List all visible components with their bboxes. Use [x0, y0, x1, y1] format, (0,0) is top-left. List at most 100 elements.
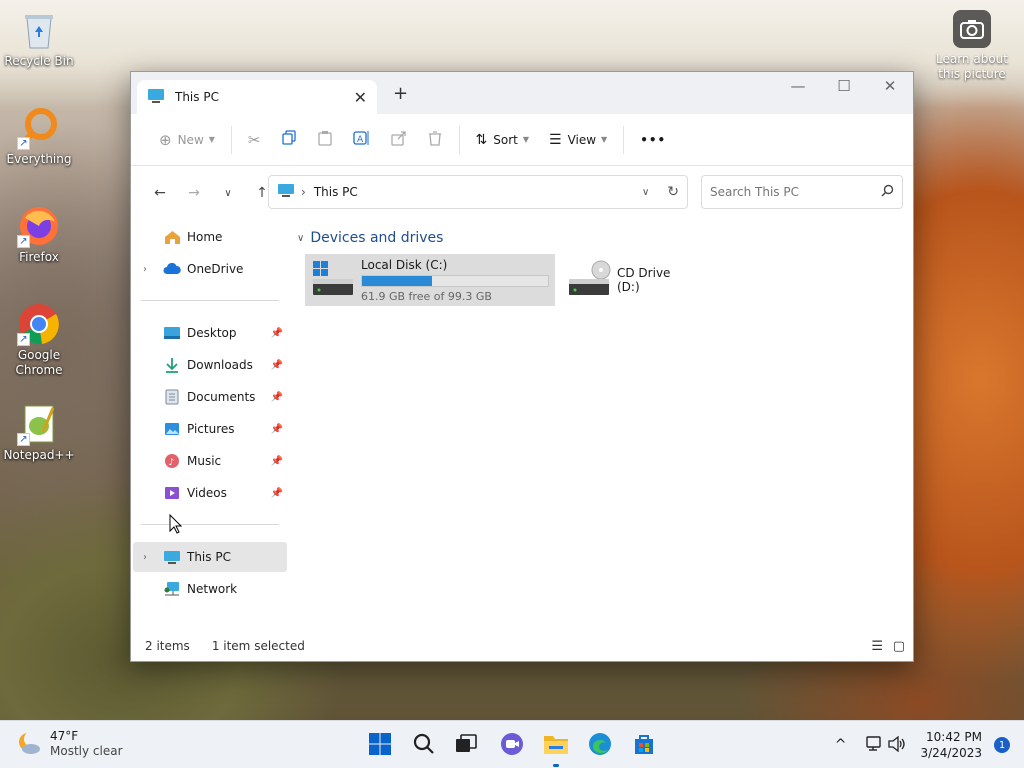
nav-item-documents[interactable]: Documents 📌: [133, 382, 287, 412]
refresh-icon[interactable]: ↻: [667, 184, 679, 200]
desktop-icon-notepad-plus-plus[interactable]: ↗ Notepad++: [0, 402, 78, 463]
recent-locations-button[interactable]: ∨: [211, 177, 245, 209]
desktop-icon-recycle-bin[interactable]: Recycle Bin: [0, 8, 78, 69]
desktop-icon-everything[interactable]: ↗ Everything: [0, 106, 78, 167]
tiles-view-icon[interactable]: ▢: [893, 639, 905, 654]
chevron-right-icon[interactable]: ›: [143, 264, 147, 275]
sort-label: Sort: [493, 132, 518, 147]
paste-button[interactable]: [307, 124, 343, 156]
chevron-down-icon: ▼: [522, 135, 529, 144]
store-taskbar-button[interactable]: [628, 729, 660, 761]
nav-item-desktop[interactable]: Desktop 📌: [133, 318, 287, 348]
nav-item-downloads[interactable]: Downloads 📌: [133, 350, 287, 380]
search-box[interactable]: [701, 175, 903, 209]
sort-arrows-icon: ⇅: [475, 131, 488, 148]
show-hidden-icons-button[interactable]: ^: [835, 737, 847, 753]
clock[interactable]: 10:42 PM 3/24/2023: [920, 729, 982, 761]
learn-about-label: Learn about this picture: [936, 52, 1008, 81]
nav-item-network[interactable]: Network: [133, 574, 287, 604]
notepad-plus-plus-icon: ↗: [17, 402, 61, 446]
cut-button[interactable]: ✂: [238, 124, 271, 156]
nav-item-videos[interactable]: Videos 📌: [133, 478, 287, 508]
chevron-right-icon[interactable]: ›: [143, 552, 147, 563]
weather-widget[interactable]: 47°F Mostly clear: [16, 729, 123, 759]
pin-icon: 📌: [270, 327, 283, 339]
close-tab-icon[interactable]: ✕: [354, 88, 367, 107]
moon-cloud-icon: [16, 730, 42, 759]
folder-icon: [543, 733, 569, 758]
nav-item-label: OneDrive: [187, 262, 244, 276]
nav-item-label: Network: [187, 582, 238, 596]
rename-icon: A: [352, 130, 371, 149]
more-dots-icon: •••: [640, 132, 667, 147]
search-icon[interactable]: [881, 184, 894, 200]
drive-item-d[interactable]: CD Drive (D:): [561, 254, 701, 306]
chat-icon: [500, 732, 524, 759]
file-explorer-taskbar-button[interactable]: [540, 729, 572, 767]
chevron-down-icon: ∨: [224, 187, 232, 199]
delete-button[interactable]: [417, 124, 453, 156]
camera-icon: [953, 10, 991, 48]
sort-button[interactable]: ⇅ Sort ▼: [466, 124, 540, 156]
nav-item-this-pc[interactable]: › This PC: [133, 542, 287, 572]
desktop-icon-firefox[interactable]: ↗ Firefox: [0, 204, 78, 265]
arrow-up-icon: ↑: [256, 185, 268, 201]
nav-item-label: Documents: [187, 390, 256, 404]
chevron-down-icon[interactable]: ∨: [642, 187, 649, 198]
nav-item-label: Videos: [187, 486, 227, 500]
desktop-icon-label: Google Chrome: [15, 348, 63, 377]
group-header-devices[interactable]: ∨ Devices and drives: [297, 230, 443, 246]
back-button[interactable]: ←: [143, 177, 177, 209]
nav-item-onedrive[interactable]: › OneDrive: [133, 254, 287, 284]
title-bar: This PC ✕ + — ☐ ✕: [131, 72, 913, 114]
network-status-icon[interactable]: [864, 735, 882, 755]
scissors-icon: ✂: [247, 130, 261, 149]
trash-icon: [427, 130, 443, 149]
copy-button[interactable]: [271, 124, 307, 156]
task-view-button[interactable]: [450, 729, 482, 761]
new-label: New: [177, 132, 204, 147]
rename-button[interactable]: A: [343, 124, 381, 156]
shortcut-arrow-icon: ↗: [17, 433, 30, 446]
notification-badge[interactable]: 1: [994, 737, 1010, 753]
close-window-button[interactable]: ✕: [867, 72, 913, 100]
pin-icon: 📌: [270, 391, 283, 403]
start-button[interactable]: [364, 729, 396, 761]
search-input[interactable]: [710, 185, 881, 199]
tab-this-pc[interactable]: This PC ✕: [137, 80, 377, 114]
nav-item-music[interactable]: ♪ Music 📌: [133, 446, 287, 476]
music-icon: ♪: [163, 452, 181, 470]
view-list-icon: ☰: [549, 131, 562, 148]
clock-time: 10:42 PM: [926, 730, 982, 744]
volume-icon[interactable]: [888, 735, 906, 755]
chevron-down-icon: ▼: [601, 135, 608, 144]
more-options-button[interactable]: •••: [630, 124, 676, 156]
view-button[interactable]: ☰ View ▼: [539, 124, 617, 156]
desktop-icon-chrome[interactable]: ↗ Google Chrome: [0, 302, 78, 378]
edge-taskbar-button[interactable]: [584, 729, 616, 761]
new-tab-button[interactable]: +: [393, 83, 408, 104]
new-button[interactable]: ⊕ New ▼: [149, 124, 225, 156]
drive-item-c[interactable]: Local Disk (C:) 61.9 GB free of 99.3 GB: [305, 254, 555, 306]
navigation-pane: Home › OneDrive Desktop 📌 Downloads 📌 Do…: [131, 220, 289, 628]
learn-about-picture-button[interactable]: Learn about this picture: [930, 10, 1014, 82]
details-view-icon[interactable]: ☰: [871, 639, 883, 654]
nav-item-label: Desktop: [187, 326, 237, 340]
copy-icon: [281, 130, 297, 149]
share-button[interactable]: [381, 124, 417, 156]
maximize-button[interactable]: ☐: [821, 72, 867, 100]
desktop-icon-label: Recycle Bin: [4, 54, 74, 68]
nav-item-home[interactable]: Home: [133, 222, 287, 252]
toolbar-divider: [623, 125, 625, 154]
forward-button[interactable]: →: [177, 177, 211, 209]
pin-icon: 📌: [270, 359, 283, 371]
teams-chat-button[interactable]: [496, 729, 528, 761]
pin-icon: 📌: [270, 455, 283, 467]
tab-title: This PC: [175, 90, 219, 104]
address-bar[interactable]: › This PC ∨ ↻: [268, 175, 688, 209]
minimize-button[interactable]: —: [775, 72, 821, 100]
drive-free-space: 61.9 GB free of 99.3 GB: [361, 289, 492, 303]
nav-item-pictures[interactable]: Pictures 📌: [133, 414, 287, 444]
breadcrumb[interactable]: This PC: [314, 185, 642, 199]
search-taskbar-button[interactable]: [408, 729, 440, 761]
